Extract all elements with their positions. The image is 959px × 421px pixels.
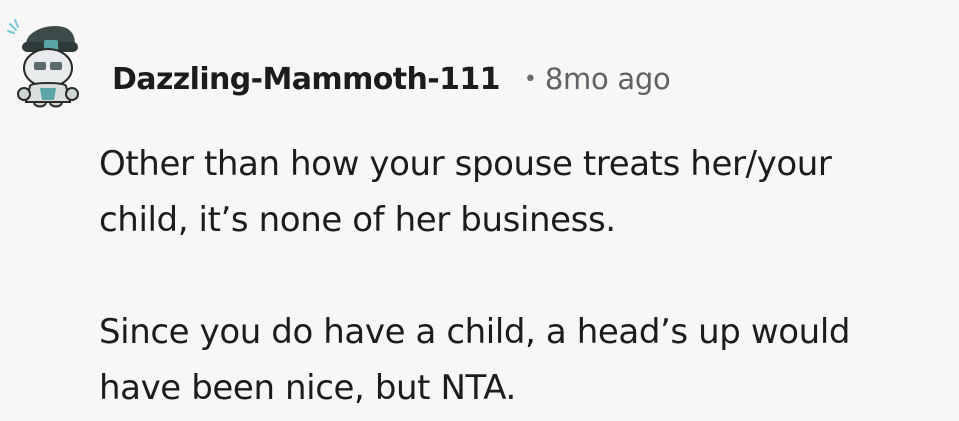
paragraph-line: child, it’s none of her business. <box>99 200 616 240</box>
user-avatar[interactable] <box>4 14 100 110</box>
paragraph-line: Since you do have a child, a head’s up w… <box>99 312 851 352</box>
paragraph-line: have been nice, but NTA. <box>99 368 516 408</box>
paragraph-line: Other than how your spouse treats her/yo… <box>99 144 832 184</box>
snoo-avatar-icon <box>7 19 79 108</box>
comment-paragraph: Other than how your spouse treats her/yo… <box>99 136 949 248</box>
username-link[interactable]: Dazzling-Mammoth-111 <box>112 62 501 97</box>
comment-meta: Dazzling-Mammoth-111 • 8mo ago <box>112 57 671 101</box>
comment-paragraph: Since you do have a child, a head’s up w… <box>99 304 949 416</box>
comment: Dazzling-Mammoth-111 • 8mo ago Other tha… <box>0 0 959 421</box>
separator-dot: • <box>523 66 537 92</box>
comment-body: Other than how your spouse treats her/yo… <box>99 136 949 416</box>
timestamp-link[interactable]: 8mo ago <box>545 62 671 96</box>
